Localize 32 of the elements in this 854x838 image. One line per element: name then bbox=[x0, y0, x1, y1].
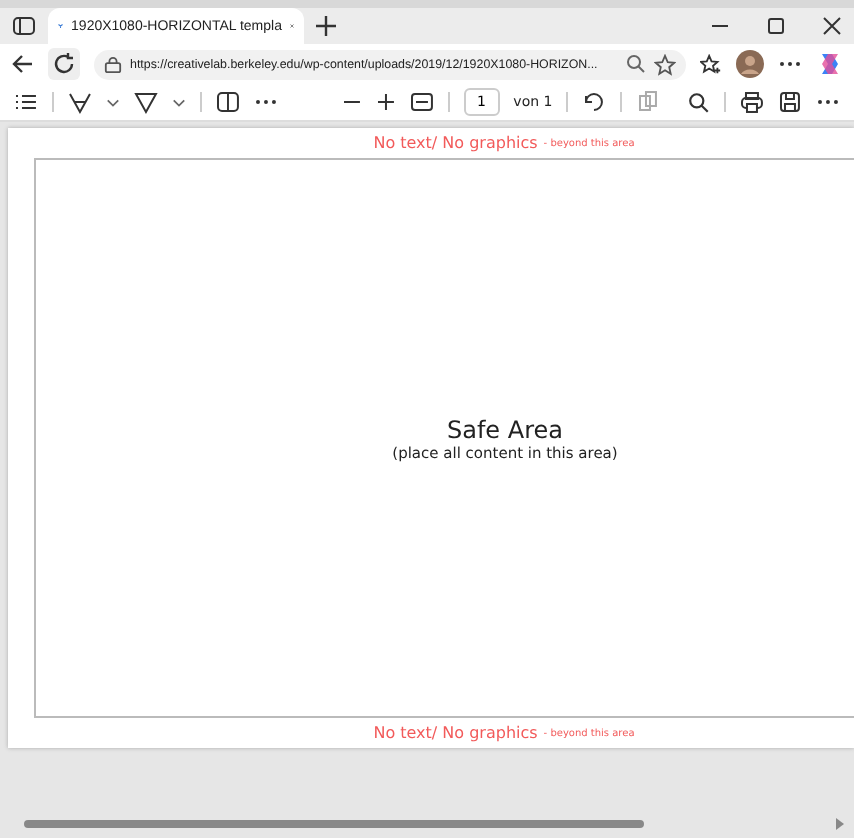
fit-page-icon[interactable] bbox=[409, 92, 434, 112]
more-icon[interactable] bbox=[778, 60, 802, 68]
scrollbar-thumb[interactable] bbox=[24, 820, 644, 828]
maximize-icon[interactable] bbox=[766, 16, 786, 36]
print-icon[interactable] bbox=[740, 90, 765, 114]
scroll-right-icon[interactable] bbox=[834, 818, 846, 830]
back-icon[interactable] bbox=[10, 52, 34, 76]
refresh-icon[interactable] bbox=[48, 48, 80, 80]
favorite-star-icon[interactable] bbox=[654, 53, 676, 75]
draw-icon[interactable] bbox=[133, 90, 158, 114]
margin-warning: No text/ No graphics bbox=[373, 134, 538, 152]
highlight-icon[interactable] bbox=[67, 90, 92, 114]
new-tab-icon[interactable] bbox=[316, 16, 336, 36]
more-icon[interactable] bbox=[816, 98, 841, 106]
copilot-icon[interactable] bbox=[816, 50, 844, 78]
contents-icon[interactable] bbox=[14, 92, 38, 112]
save-icon[interactable] bbox=[778, 90, 803, 114]
caret-icon[interactable] bbox=[171, 97, 186, 107]
favorites-icon[interactable] bbox=[700, 53, 722, 75]
zoom-icon[interactable] bbox=[626, 54, 646, 74]
reader-view-icon[interactable] bbox=[215, 90, 240, 114]
zoom-in-icon[interactable] bbox=[375, 92, 396, 112]
close-icon[interactable] bbox=[822, 16, 842, 36]
search-icon[interactable] bbox=[688, 91, 711, 113]
caret-icon[interactable] bbox=[105, 97, 120, 107]
safe-area-title: Safe Area bbox=[446, 415, 563, 443]
tab-actions-icon[interactable] bbox=[12, 14, 36, 38]
margin-warning: No text/ No graphics bbox=[373, 724, 538, 742]
more-icon[interactable] bbox=[253, 98, 278, 106]
rotate-icon[interactable] bbox=[582, 90, 607, 114]
profile-avatar-icon[interactable] bbox=[736, 50, 764, 78]
page-info-icon[interactable] bbox=[104, 55, 122, 73]
